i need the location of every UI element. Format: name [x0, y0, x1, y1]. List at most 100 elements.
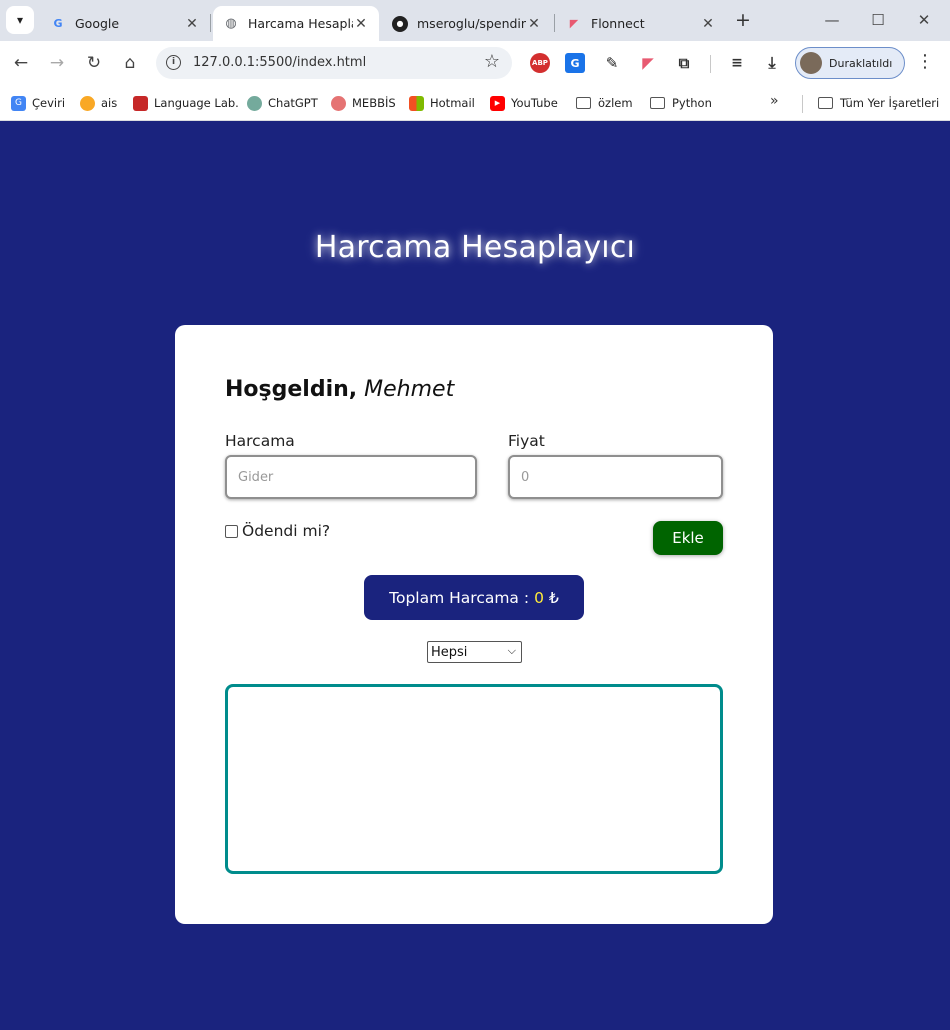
bookmark-label: Python — [672, 96, 712, 110]
bookmark-ais[interactable]: ais — [80, 93, 117, 113]
bookmark-label: Çeviri — [32, 96, 66, 110]
folder-icon — [650, 97, 665, 109]
price-label: Fiyat — [508, 432, 545, 450]
total-value: 0 — [534, 588, 544, 607]
tab-divider — [210, 14, 211, 32]
avatar — [800, 52, 822, 74]
bookmark-label: özlem — [598, 96, 633, 110]
browser-toolbar: ← → ↻ ⌂ i 127.0.0.1:5500/index.html ☆ AB… — [0, 41, 950, 85]
tab-harcama[interactable]: ◍ Harcama Hesaplayıcı ✕ — [213, 6, 379, 41]
ais-icon — [80, 95, 95, 111]
tab-title: Flonnect — [591, 16, 645, 31]
globe-icon: ◍ — [225, 16, 237, 31]
tab-title: Harcama Hesaplayıcı — [248, 16, 353, 31]
bookmark-mebbis[interactable]: MEBBİS — [331, 93, 396, 113]
chatgpt-icon — [247, 95, 262, 111]
total-badge: Toplam Harcama : 0 ₺ — [364, 575, 584, 620]
bookmark-label: ChatGPT — [268, 96, 318, 110]
bookmark-label: Hotmail — [430, 96, 475, 110]
page-title: Harcama Hesaplayıcı — [314, 230, 636, 265]
flonnect-icon: ◤ — [569, 17, 579, 30]
translate-icon: G — [11, 95, 26, 111]
close-icon[interactable]: ✕ — [700, 16, 716, 32]
bookmark-label: YouTube — [511, 96, 558, 110]
bookmark-hotmail[interactable]: Hotmail — [409, 93, 475, 113]
bookmark-label: ais — [101, 96, 118, 110]
expense-label: Harcama — [225, 432, 295, 450]
bookmark-chatgpt[interactable]: ChatGPT — [247, 93, 318, 113]
bookmark-folder-python[interactable]: Python — [650, 93, 712, 113]
reload-icon[interactable]: ↻ — [81, 50, 107, 76]
close-icon[interactable]: ✕ — [184, 16, 200, 32]
download-icon[interactable]: ⤓ — [762, 53, 782, 73]
filter-selected-value: Hepsi — [431, 644, 468, 660]
bookmark-language-lab[interactable]: Language Lab. — [133, 93, 239, 113]
browser-chrome: ▾ G Google ✕ ◍ Harcama Hesaplayıcı ✕ ● m… — [0, 0, 950, 121]
window-close-icon[interactable]: ✕ — [904, 8, 944, 32]
microsoft-icon — [409, 95, 424, 111]
eyedropper-icon[interactable]: ✎ — [602, 53, 622, 73]
expense-input[interactable] — [225, 455, 477, 499]
translate-icon[interactable]: G — [565, 53, 585, 73]
add-button[interactable]: Ekle — [653, 521, 723, 555]
flonnect-extension-icon[interactable]: ◤ — [638, 53, 658, 73]
paid-checkbox[interactable] — [225, 524, 238, 538]
tab-strip: ▾ G Google ✕ ◍ Harcama Hesaplayıcı ✕ ● m… — [0, 0, 950, 41]
paid-label: Ödendi mi? — [242, 522, 331, 540]
tab-github[interactable]: ● mseroglu/spending-ca ✕ — [382, 6, 552, 41]
bookmark-folder-ozlem[interactable]: özlem — [576, 93, 633, 113]
tab-search-icon[interactable]: ▾ — [6, 6, 34, 34]
forward-icon[interactable]: → — [44, 50, 70, 76]
bookmark-youtube[interactable]: ▶ YouTube — [490, 93, 558, 113]
expense-card: Hoşgeldin, Mehmet Harcama Fiyat Ödendi m… — [175, 325, 773, 924]
bookmark-ceviri[interactable]: G Çeviri — [11, 93, 65, 113]
folder-icon — [818, 97, 833, 109]
bookmark-star-icon[interactable]: ☆ — [484, 51, 500, 72]
tab-google[interactable]: G Google ✕ — [40, 6, 210, 41]
github-icon: ● — [392, 15, 408, 32]
minimize-icon[interactable]: — — [812, 8, 852, 32]
browser-menu-icon[interactable]: ⋮ — [916, 51, 934, 72]
google-icon: G — [53, 17, 63, 30]
back-icon[interactable]: ← — [8, 50, 34, 76]
tab-title: Google — [75, 16, 120, 31]
media-control-icon[interactable]: ≡ — [727, 53, 747, 73]
bookmarks-divider — [802, 95, 803, 113]
url-text[interactable]: 127.0.0.1:5500/index.html — [193, 55, 366, 70]
chevron-down-icon: ⌵ — [507, 644, 516, 657]
greeting: Hoşgeldin, Mehmet — [225, 377, 454, 402]
extensions-icon[interactable]: ⧉ — [674, 53, 694, 73]
total-label: Toplam Harcama : — [389, 588, 530, 607]
paid-checkbox-group[interactable]: Ödendi mi? — [225, 522, 330, 540]
maximize-icon[interactable]: ☐ — [858, 8, 898, 32]
adblock-icon[interactable]: ABP — [530, 53, 550, 73]
folder-icon — [576, 97, 591, 109]
new-tab-icon[interactable]: + — [732, 8, 754, 32]
mebbis-icon — [331, 95, 346, 111]
bookmarks-bar: G Çeviri ais Language Lab. ChatGPT MEBBİ… — [0, 85, 950, 121]
bookmark-label: Language Lab. — [154, 96, 239, 110]
greeting-prefix: Hoşgeldin, — [225, 377, 358, 402]
close-icon[interactable]: ✕ — [526, 16, 542, 32]
filter-select[interactable]: Hepsi ⌵ — [427, 641, 522, 663]
toolbar-divider — [710, 55, 711, 73]
language-lab-icon — [133, 95, 148, 111]
tab-divider — [554, 14, 555, 32]
address-bar[interactable]: i 127.0.0.1:5500/index.html ☆ — [156, 47, 512, 79]
close-icon[interactable]: ✕ — [353, 16, 369, 32]
youtube-icon: ▶ — [490, 95, 505, 111]
more-bookmarks-icon[interactable]: » — [770, 93, 779, 109]
bookmark-label: MEBBİS — [352, 96, 396, 110]
price-input[interactable] — [508, 455, 723, 499]
greeting-name: Mehmet — [364, 377, 455, 402]
profile-button[interactable]: Duraklatıldı — [795, 47, 905, 79]
bookmark-label: Tüm Yer İşaretleri — [840, 96, 940, 110]
currency-symbol: ₺ — [548, 588, 559, 607]
all-bookmarks-folder[interactable]: Tüm Yer İşaretleri — [818, 93, 939, 113]
profile-label: Duraklatıldı — [829, 56, 893, 70]
tab-title: mseroglu/spending-ca — [417, 16, 526, 31]
site-info-icon[interactable]: i — [166, 55, 181, 70]
tab-flonnect[interactable]: ◤ Flonnect ✕ — [556, 6, 726, 41]
home-icon[interactable]: ⌂ — [117, 50, 143, 76]
expense-list — [225, 684, 723, 874]
